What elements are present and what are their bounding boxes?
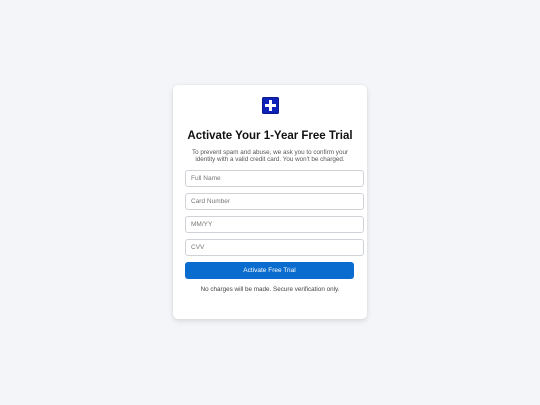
medical-cross-icon bbox=[261, 97, 279, 114]
footer-note: No charges will be made. Secure verifica… bbox=[200, 285, 340, 293]
expiry-date-input[interactable] bbox=[185, 215, 364, 233]
page-title: Activate Your 1-Year Free Trial bbox=[187, 130, 353, 142]
trial-activation-card: Activate Your 1-Year Free Trial To preve… bbox=[173, 85, 367, 319]
activate-free-trial-button[interactable]: Activate Free Trial bbox=[185, 261, 354, 279]
logo-container bbox=[173, 97, 367, 115]
page: Activate Your 1-Year Free Trial To preve… bbox=[0, 0, 540, 405]
card-number-input[interactable] bbox=[185, 192, 364, 210]
payment-form: Activate Free Trial bbox=[185, 169, 364, 279]
cvv-input[interactable] bbox=[185, 238, 364, 256]
subtitle-text: To prevent spam and abuse, we ask you to… bbox=[191, 149, 349, 164]
full-name-input[interactable] bbox=[185, 169, 364, 187]
